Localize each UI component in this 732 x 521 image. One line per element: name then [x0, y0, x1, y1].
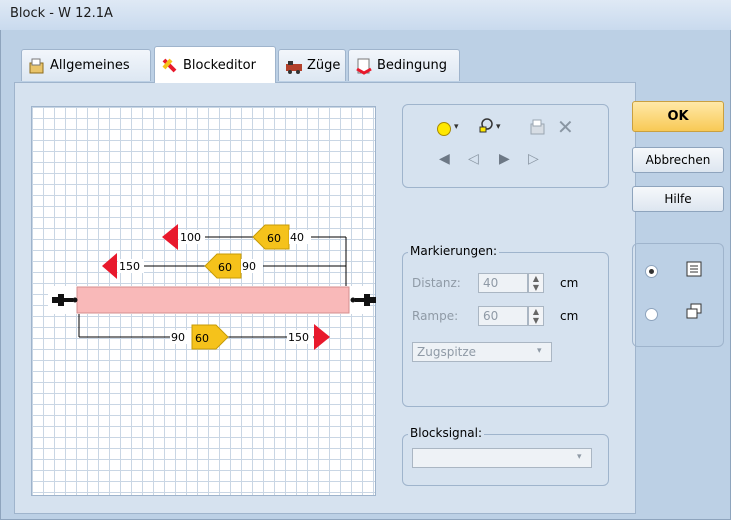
- block-track: [76, 286, 350, 314]
- zug-select[interactable]: Zugspitze: [412, 342, 552, 362]
- stop-value: 150: [288, 331, 309, 344]
- rampe-spinner[interactable]: ▲ ▼: [528, 306, 544, 326]
- dropdown-arrow-icon[interactable]: ▾: [454, 122, 459, 132]
- nav-last-icon[interactable]: ▷: [528, 151, 539, 167]
- tab-label: Allgemeines: [50, 58, 130, 73]
- tab-label: Blockeditor: [183, 57, 256, 73]
- list-view-icon: [686, 261, 702, 277]
- ok-button[interactable]: OK: [632, 101, 724, 132]
- trains-icon: [285, 57, 303, 75]
- circle-tool-icon[interactable]: [437, 122, 451, 136]
- blocksignal-legend: Blocksignal:: [408, 426, 484, 440]
- view-windows-radio[interactable]: [645, 308, 658, 321]
- blocksignal-select[interactable]: [412, 448, 592, 468]
- stop-signal-icon: [102, 253, 117, 279]
- tab-zuege[interactable]: Züge: [278, 49, 346, 81]
- tab-blockeditor[interactable]: Blockeditor: [154, 46, 276, 83]
- tab-label: Bedingung: [377, 58, 448, 73]
- speed-suffix: 90: [242, 260, 256, 273]
- window-title: Block - W 12.1A: [10, 6, 113, 21]
- condition-icon: [355, 57, 373, 75]
- chevron-down-icon: ▾: [537, 346, 542, 356]
- distanz-input[interactable]: 40: [478, 273, 528, 293]
- speed-value: 60: [195, 332, 209, 345]
- select-tool-icon[interactable]: [477, 117, 495, 135]
- distanz-label: Distanz:: [412, 276, 461, 290]
- block-editor-icon: [161, 56, 179, 74]
- abbrechen-button[interactable]: Abbrechen: [632, 147, 724, 173]
- markierungen-legend: Markierungen:: [408, 244, 500, 258]
- block-diagram: 100 60 40 150 60 90 90 60 150: [48, 224, 376, 350]
- speed-suffix: 40: [290, 231, 304, 244]
- nav-next-icon[interactable]: ▶: [499, 151, 510, 167]
- tab-label: Züge: [307, 58, 341, 73]
- distanz-unit: cm: [560, 276, 579, 290]
- windows-view-icon: [686, 303, 702, 319]
- properties-icon: [28, 57, 46, 75]
- stop-signal-icon: [162, 224, 178, 250]
- rampe-input[interactable]: 60: [478, 306, 528, 326]
- speed-value: 60: [267, 232, 281, 245]
- speed-value: 60: [218, 261, 232, 274]
- tab-allgemeines[interactable]: Allgemeines: [21, 49, 151, 81]
- speed-prefix: 90: [171, 331, 185, 344]
- tab-bedingung[interactable]: Bedingung: [348, 49, 460, 81]
- hilfe-button[interactable]: Hilfe: [632, 186, 724, 212]
- properties-icon[interactable]: [529, 118, 547, 136]
- chevron-down-icon: ▾: [577, 452, 582, 462]
- stop-value: 150: [119, 260, 140, 273]
- nav-first-icon[interactable]: ◀: [439, 151, 450, 167]
- stop-signal-icon: [314, 324, 330, 350]
- rampe-label: Rampe:: [412, 309, 459, 323]
- distanz-spinner[interactable]: ▲ ▼: [528, 273, 544, 293]
- editor-toolbar: [402, 104, 609, 188]
- nav-prev-icon[interactable]: ◁: [468, 151, 479, 167]
- view-mode-group: [632, 243, 724, 347]
- delete-icon[interactable]: ✕: [557, 115, 574, 139]
- stop-value: 100: [180, 231, 201, 244]
- dropdown-arrow-icon[interactable]: ▾: [496, 122, 501, 132]
- view-list-radio[interactable]: [645, 265, 658, 278]
- rampe-unit: cm: [560, 309, 579, 323]
